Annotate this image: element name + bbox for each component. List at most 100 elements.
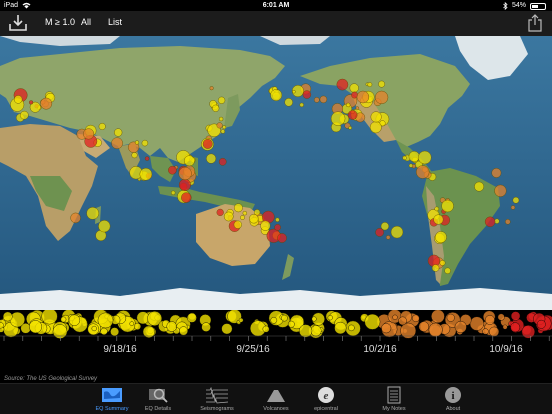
earthquake-marker[interactable]: [14, 95, 23, 104]
earthquake-marker[interactable]: [233, 220, 242, 229]
earthquake-marker[interactable]: [270, 89, 283, 101]
earthquake-marker[interactable]: [370, 111, 382, 123]
earthquake-marker[interactable]: [141, 139, 149, 147]
tab-volcanoes[interactable]: Volcanoes: [248, 384, 304, 414]
earthquake-marker[interactable]: [114, 128, 123, 137]
earthquake-marker[interactable]: [274, 224, 281, 231]
earthquake-marker[interactable]: [386, 235, 391, 240]
earthquake-marker[interactable]: [209, 86, 214, 91]
earthquake-marker[interactable]: [240, 215, 245, 221]
earthquake-marker[interactable]: [277, 233, 287, 243]
earthquake-marker[interactable]: [170, 190, 176, 196]
earthquake-marker[interactable]: [416, 165, 430, 179]
earthquake-marker[interactable]: [70, 212, 81, 224]
earthquake-marker[interactable]: [369, 121, 382, 134]
earthquake-marker[interactable]: [139, 167, 153, 181]
earthquake-marker[interactable]: [242, 210, 248, 216]
earthquake-marker[interactable]: [494, 184, 507, 197]
earthquake-marker[interactable]: [233, 203, 243, 213]
earthquake-marker[interactable]: [491, 167, 502, 178]
tab-about[interactable]: i About: [425, 384, 481, 414]
tab-seismograms[interactable]: Seismograms: [189, 384, 245, 414]
earthquake-marker[interactable]: [216, 208, 224, 217]
earthquake-marker[interactable]: [347, 110, 358, 120]
earthquake-marker[interactable]: [218, 158, 227, 166]
earthquake-marker[interactable]: [83, 128, 95, 140]
earthquake-marker[interactable]: [249, 213, 259, 224]
all-button[interactable]: All: [81, 17, 91, 27]
earthquake-marker[interactable]: [202, 139, 213, 149]
earthquake-marker[interactable]: [356, 90, 370, 104]
earthquake-marker[interactable]: [336, 78, 349, 91]
earthquake-marker[interactable]: [292, 90, 296, 94]
earthquake-marker[interactable]: [111, 137, 123, 149]
earthquake-marker[interactable]: [408, 163, 413, 168]
earthquake-marker[interactable]: [313, 97, 320, 103]
earthquake-marker[interactable]: [367, 82, 373, 87]
earthquake-marker[interactable]: [218, 96, 226, 104]
earthquake-marker[interactable]: [183, 155, 195, 167]
earthquake-marker[interactable]: [402, 155, 407, 161]
list-button[interactable]: List: [108, 17, 122, 27]
share-icon[interactable]: [528, 14, 542, 32]
earthquake-marker[interactable]: [178, 166, 192, 181]
earthquake-marker[interactable]: [131, 152, 138, 159]
earthquake-marker[interactable]: [380, 222, 390, 231]
earthquake-marker[interactable]: [134, 140, 140, 145]
earthquake-marker[interactable]: [433, 214, 444, 225]
earthquake-marker[interactable]: [168, 165, 177, 175]
earthquake-marker[interactable]: [418, 150, 432, 165]
timeline[interactable]: 9/18/16 9/25/16 10/2/16 10/9/16: [0, 310, 552, 370]
earthquake-marker[interactable]: [40, 97, 53, 110]
earthquake-marker[interactable]: [346, 102, 351, 108]
world-map[interactable]: [0, 36, 552, 310]
earthquake-marker[interactable]: [408, 150, 420, 162]
earthquake-marker[interactable]: [98, 122, 106, 130]
earthquake-marker[interactable]: [222, 125, 227, 130]
earthquake-marker[interactable]: [299, 102, 304, 108]
earthquake-marker[interactable]: [390, 225, 404, 239]
earthquake-marker[interactable]: [330, 111, 346, 126]
earthquake-marker[interactable]: [378, 80, 385, 88]
earthquake-marker[interactable]: [144, 156, 150, 161]
earthquake-marker[interactable]: [434, 231, 447, 244]
earthquake-marker[interactable]: [348, 126, 352, 130]
earthquake-marker[interactable]: [212, 104, 220, 112]
earthquake-marker[interactable]: [284, 98, 293, 107]
earthquake-marker[interactable]: [181, 192, 192, 203]
earthquake-marker[interactable]: [302, 90, 312, 99]
earthquake-marker[interactable]: [375, 90, 389, 105]
earthquake-marker[interactable]: [510, 205, 516, 210]
earthquake-marker[interactable]: [512, 196, 520, 204]
earthquake-marker[interactable]: [319, 95, 328, 104]
earthquake-marker[interactable]: [29, 100, 34, 105]
timeline-marker: [364, 313, 381, 330]
earthquake-marker[interactable]: [218, 116, 224, 122]
earthquake-marker[interactable]: [434, 206, 440, 212]
earthquake-marker[interactable]: [484, 216, 496, 228]
tab-my-notes[interactable]: My Notes: [366, 384, 422, 414]
magnitude-filter[interactable]: M ≥ 1.0: [45, 17, 75, 27]
earthquake-marker[interactable]: [178, 178, 191, 191]
earthquake-marker[interactable]: [431, 264, 440, 272]
earthquake-marker[interactable]: [275, 217, 280, 223]
timeline-chart[interactable]: [0, 310, 552, 370]
earthquake-marker[interactable]: [505, 219, 511, 225]
download-icon[interactable]: [8, 13, 28, 33]
earthquake-marker[interactable]: [19, 110, 29, 120]
earthquake-marker[interactable]: [260, 220, 271, 231]
earthquake-marker[interactable]: [220, 129, 226, 134]
earthquake-marker[interactable]: [98, 220, 111, 233]
earthquake-marker[interactable]: [223, 211, 234, 222]
earthquake-marker[interactable]: [375, 228, 384, 237]
earthquake-marker[interactable]: [474, 181, 484, 192]
earthquake-marker[interactable]: [206, 153, 217, 164]
earthquake-marker[interactable]: [349, 83, 359, 93]
tab-epicentral[interactable]: e epicentral: [298, 384, 354, 414]
earthquake-marker[interactable]: [441, 199, 454, 213]
earthquake-marker[interactable]: [439, 259, 446, 266]
earthquake-marker[interactable]: [216, 122, 223, 129]
earthquake-marker[interactable]: [444, 267, 451, 275]
tab-eq-details[interactable]: EQ Details: [130, 384, 186, 414]
earthquake-marker[interactable]: [86, 206, 99, 220]
